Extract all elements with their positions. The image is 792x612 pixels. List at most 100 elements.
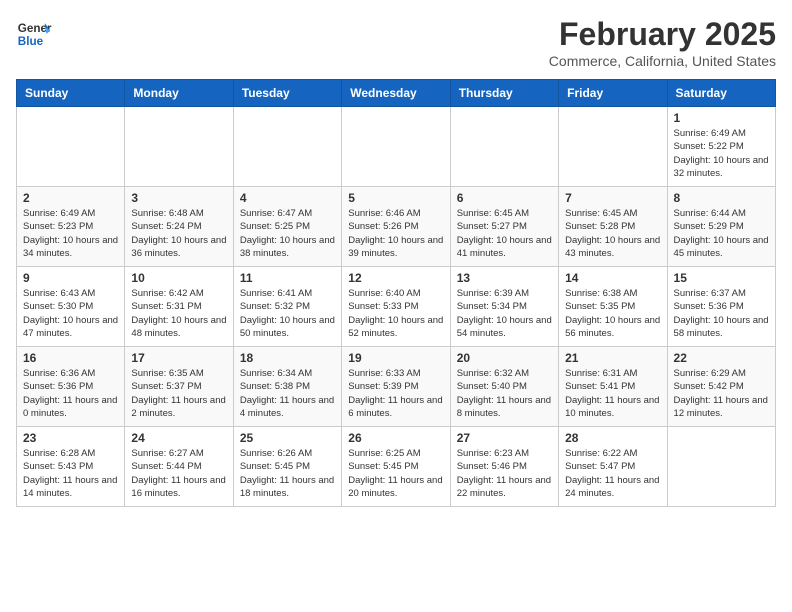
calendar-cell: 24 Sunrise: 6:27 AM Sunset: 5:44 PM Dayli… [125,427,233,507]
page-header: General Blue February 2025 Commerce, Cal… [16,16,776,69]
calendar-cell: 23 Sunrise: 6:28 AM Sunset: 5:43 PM Dayli… [17,427,125,507]
calendar-cell [450,107,558,187]
logo: General Blue [16,16,52,52]
calendar-cell: 25 Sunrise: 6:26 AM Sunset: 5:45 PM Dayli… [233,427,341,507]
calendar-day-header: Sunday [17,80,125,107]
calendar-cell: 9Sunrise: 6:43 AM Sunset: 5:30 PM Daylig… [17,267,125,347]
location-title: Commerce, California, United States [549,53,776,69]
day-number: 21 [565,351,660,365]
calendar-cell: 4 Sunrise: 6:47 AM Sunset: 5:25 PM Daylig… [233,187,341,267]
day-info: Sunrise: 6:45 AM Sunset: 5:28 PM Dayligh… [565,207,660,260]
day-number: 6 [457,191,552,205]
day-info: Sunrise: 6:28 AM Sunset: 5:43 PM Dayligh… [23,447,118,500]
day-info: Sunrise: 6:34 AM Sunset: 5:38 PM Dayligh… [240,367,335,420]
calendar-day-header: Wednesday [342,80,450,107]
day-number: 10 [131,271,226,285]
calendar-cell: 22Sunrise: 6:29 AM Sunset: 5:42 PM Dayli… [667,347,775,427]
day-number: 24 [131,431,226,445]
day-number: 4 [240,191,335,205]
day-info: Sunrise: 6:27 AM Sunset: 5:44 PM Dayligh… [131,447,226,500]
day-info: Sunrise: 6:39 AM Sunset: 5:34 PM Dayligh… [457,287,552,340]
calendar-cell: 5 Sunrise: 6:46 AM Sunset: 5:26 PM Daylig… [342,187,450,267]
day-info: Sunrise: 6:22 AM Sunset: 5:47 PM Dayligh… [565,447,660,500]
calendar-day-header: Thursday [450,80,558,107]
day-info: Sunrise: 6:40 AM Sunset: 5:33 PM Dayligh… [348,287,443,340]
calendar-cell: 7 Sunrise: 6:45 AM Sunset: 5:28 PM Daylig… [559,187,667,267]
day-info: Sunrise: 6:47 AM Sunset: 5:25 PM Dayligh… [240,207,335,260]
day-info: Sunrise: 6:25 AM Sunset: 5:45 PM Dayligh… [348,447,443,500]
day-info: Sunrise: 6:32 AM Sunset: 5:40 PM Dayligh… [457,367,552,420]
logo-icon: General Blue [16,16,52,52]
day-info: Sunrise: 6:42 AM Sunset: 5:31 PM Dayligh… [131,287,226,340]
calendar-cell: 18 Sunrise: 6:34 AM Sunset: 5:38 PM Dayli… [233,347,341,427]
calendar-cell [342,107,450,187]
day-info: Sunrise: 6:38 AM Sunset: 5:35 PM Dayligh… [565,287,660,340]
day-number: 2 [23,191,118,205]
day-info: Sunrise: 6:36 AM Sunset: 5:36 PM Dayligh… [23,367,118,420]
calendar-cell: 20 Sunrise: 6:32 AM Sunset: 5:40 PM Dayli… [450,347,558,427]
day-number: 14 [565,271,660,285]
day-number: 8 [674,191,769,205]
calendar-cell: 10 Sunrise: 6:42 AM Sunset: 5:31 PM Dayli… [125,267,233,347]
day-info: Sunrise: 6:45 AM Sunset: 5:27 PM Dayligh… [457,207,552,260]
calendar-cell: 6 Sunrise: 6:45 AM Sunset: 5:27 PM Daylig… [450,187,558,267]
month-title: February 2025 [549,16,776,53]
calendar-cell: 11 Sunrise: 6:41 AM Sunset: 5:32 PM Dayli… [233,267,341,347]
day-number: 23 [23,431,118,445]
day-info: Sunrise: 6:26 AM Sunset: 5:45 PM Dayligh… [240,447,335,500]
calendar-cell: 28 Sunrise: 6:22 AM Sunset: 5:47 PM Dayli… [559,427,667,507]
calendar-cell: 3Sunrise: 6:48 AM Sunset: 5:24 PM Daylig… [125,187,233,267]
calendar-cell: 8 Sunrise: 6:44 AM Sunset: 5:29 PM Daylig… [667,187,775,267]
calendar-cell [17,107,125,187]
day-info: Sunrise: 6:37 AM Sunset: 5:36 PM Dayligh… [674,287,769,340]
day-number: 18 [240,351,335,365]
day-info: Sunrise: 6:35 AM Sunset: 5:37 PM Dayligh… [131,367,226,420]
day-info: Sunrise: 6:49 AM Sunset: 5:22 PM Dayligh… [674,127,769,180]
calendar-cell [125,107,233,187]
calendar-cell: 12 Sunrise: 6:40 AM Sunset: 5:33 PM Dayli… [342,267,450,347]
calendar-cell [559,107,667,187]
calendar-day-header: Tuesday [233,80,341,107]
title-area: February 2025 Commerce, California, Unit… [549,16,776,69]
svg-text:Blue: Blue [18,35,44,48]
day-number: 5 [348,191,443,205]
calendar-week-row: 2Sunrise: 6:49 AM Sunset: 5:23 PM Daylig… [17,187,776,267]
calendar-week-row: 9Sunrise: 6:43 AM Sunset: 5:30 PM Daylig… [17,267,776,347]
day-info: Sunrise: 6:46 AM Sunset: 5:26 PM Dayligh… [348,207,443,260]
day-number: 11 [240,271,335,285]
day-info: Sunrise: 6:41 AM Sunset: 5:32 PM Dayligh… [240,287,335,340]
day-number: 27 [457,431,552,445]
calendar-week-row: 1 Sunrise: 6:49 AM Sunset: 5:22 PM Daylig… [17,107,776,187]
day-number: 19 [348,351,443,365]
day-info: Sunrise: 6:43 AM Sunset: 5:30 PM Dayligh… [23,287,118,340]
calendar-cell: 2Sunrise: 6:49 AM Sunset: 5:23 PM Daylig… [17,187,125,267]
day-number: 7 [565,191,660,205]
day-info: Sunrise: 6:23 AM Sunset: 5:46 PM Dayligh… [457,447,552,500]
day-number: 16 [23,351,118,365]
day-info: Sunrise: 6:33 AM Sunset: 5:39 PM Dayligh… [348,367,443,420]
day-number: 26 [348,431,443,445]
day-info: Sunrise: 6:31 AM Sunset: 5:41 PM Dayligh… [565,367,660,420]
calendar-cell: 19 Sunrise: 6:33 AM Sunset: 5:39 PM Dayli… [342,347,450,427]
calendar-cell: 27 Sunrise: 6:23 AM Sunset: 5:46 PM Dayli… [450,427,558,507]
day-number: 12 [348,271,443,285]
calendar-week-row: 23 Sunrise: 6:28 AM Sunset: 5:43 PM Dayli… [17,427,776,507]
calendar-cell: 21 Sunrise: 6:31 AM Sunset: 5:41 PM Dayli… [559,347,667,427]
calendar-cell: 14 Sunrise: 6:38 AM Sunset: 5:35 PM Dayli… [559,267,667,347]
calendar-day-header: Saturday [667,80,775,107]
day-number: 3 [131,191,226,205]
calendar-header-row: SundayMondayTuesdayWednesdayThursdayFrid… [17,80,776,107]
day-info: Sunrise: 6:44 AM Sunset: 5:29 PM Dayligh… [674,207,769,260]
calendar-cell: 26 Sunrise: 6:25 AM Sunset: 5:45 PM Dayli… [342,427,450,507]
day-number: 15 [674,271,769,285]
calendar-cell: 13 Sunrise: 6:39 AM Sunset: 5:34 PM Dayli… [450,267,558,347]
calendar-cell: 15 Sunrise: 6:37 AM Sunset: 5:36 PM Dayli… [667,267,775,347]
day-number: 25 [240,431,335,445]
calendar-week-row: 16 Sunrise: 6:36 AM Sunset: 5:36 PM Dayli… [17,347,776,427]
day-number: 28 [565,431,660,445]
calendar-cell: 16 Sunrise: 6:36 AM Sunset: 5:36 PM Dayli… [17,347,125,427]
day-number: 22 [674,351,769,365]
day-number: 13 [457,271,552,285]
day-number: 1 [674,111,769,125]
day-number: 20 [457,351,552,365]
